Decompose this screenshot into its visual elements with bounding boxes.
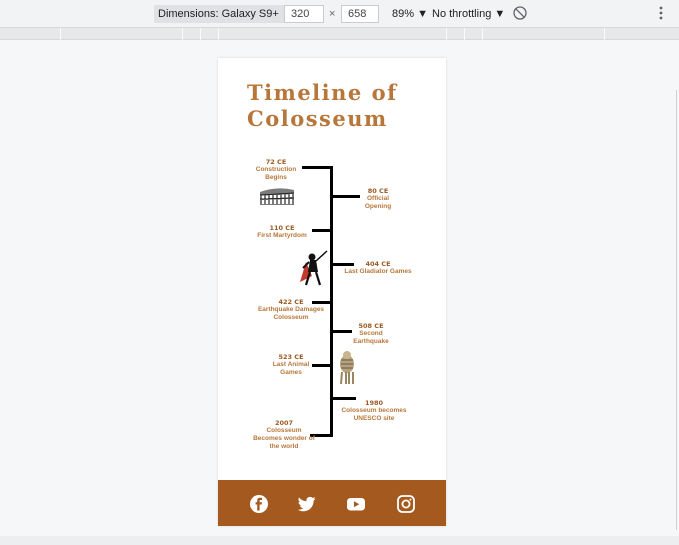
timeline-event: 404 CE Last Gladiator Games	[336, 260, 420, 276]
more-options-icon[interactable]	[656, 4, 666, 22]
zoom-select[interactable]: 89% ▼	[392, 6, 428, 22]
twitter-icon[interactable]	[297, 494, 317, 514]
event-year: 110 CE	[269, 224, 295, 232]
event-text: Colosseum becomes UNESCO site	[341, 407, 407, 422]
event-year: 523 CE	[278, 353, 304, 361]
footer	[218, 480, 446, 526]
event-year: 508 CE	[358, 322, 384, 330]
event-year: 1980	[364, 399, 384, 407]
timeline-branch	[302, 166, 333, 169]
timeline-branch	[330, 195, 360, 198]
device-viewport: Timeline of Colosseum 72 CE Construction…	[218, 58, 446, 526]
event-text: Official Opening	[364, 195, 392, 210]
gladiator-icon	[300, 250, 328, 286]
timeline-branch	[312, 364, 333, 367]
timeline-event: 72 CE Construction Begins	[248, 158, 304, 182]
devtools-device-toolbar: Dimensions: Galaxy S9+ ▼ 320 × 658 89% ▼…	[0, 0, 679, 28]
timeline-event: 2007 Colosseum Becomes wonder of the wor…	[252, 419, 316, 451]
facebook-icon[interactable]	[249, 494, 269, 514]
event-text: Construction Begins	[255, 166, 297, 181]
timeline-event: 1980 Colosseum becomes UNESCO site	[336, 399, 412, 423]
event-year: 422 CE	[278, 298, 304, 306]
event-text: First Martyrdom	[257, 232, 307, 239]
event-text: Colosseum Becomes wonder of the world	[253, 427, 315, 450]
bottom-strip	[0, 536, 679, 545]
page-title: Timeline of Colosseum	[247, 80, 398, 131]
youtube-icon[interactable]	[346, 494, 366, 514]
instagram-icon[interactable]	[396, 494, 416, 514]
width-input[interactable]: 320	[284, 5, 324, 23]
event-year: 72 CE	[265, 158, 287, 166]
device-dimensions-select[interactable]: Dimensions: Galaxy S9+ ▼	[154, 5, 297, 23]
dimension-separator: ×	[329, 8, 336, 20]
throttling-select[interactable]: No throttling ▼	[432, 6, 505, 22]
timeline-event: 80 CE Official Opening	[360, 187, 396, 211]
colosseum-icon	[259, 188, 295, 205]
timeline-event: 508 CE Second Earthquake	[348, 322, 394, 346]
event-year: 2007	[274, 419, 294, 427]
event-text: Last Animal Games	[272, 361, 310, 376]
media-query-ruler	[0, 28, 679, 40]
event-text: Second Earthquake	[353, 330, 389, 345]
height-input[interactable]: 658	[341, 5, 379, 23]
tiger-icon	[340, 351, 354, 385]
event-text: Earthquake Damages Colosseum	[257, 306, 325, 321]
event-year: 404 CE	[365, 260, 391, 268]
timeline-event: 422 CE Earthquake Damages Colosseum	[252, 298, 330, 322]
event-text: Last Gladiator Games	[344, 268, 412, 275]
rotate-disabled-icon[interactable]	[512, 5, 528, 21]
timeline-event: 110 CE First Martyrdom	[252, 224, 312, 240]
timeline-branch	[312, 229, 333, 232]
event-year: 80 CE	[367, 187, 389, 195]
timeline-event: 523 CE Last Animal Games	[268, 353, 314, 377]
